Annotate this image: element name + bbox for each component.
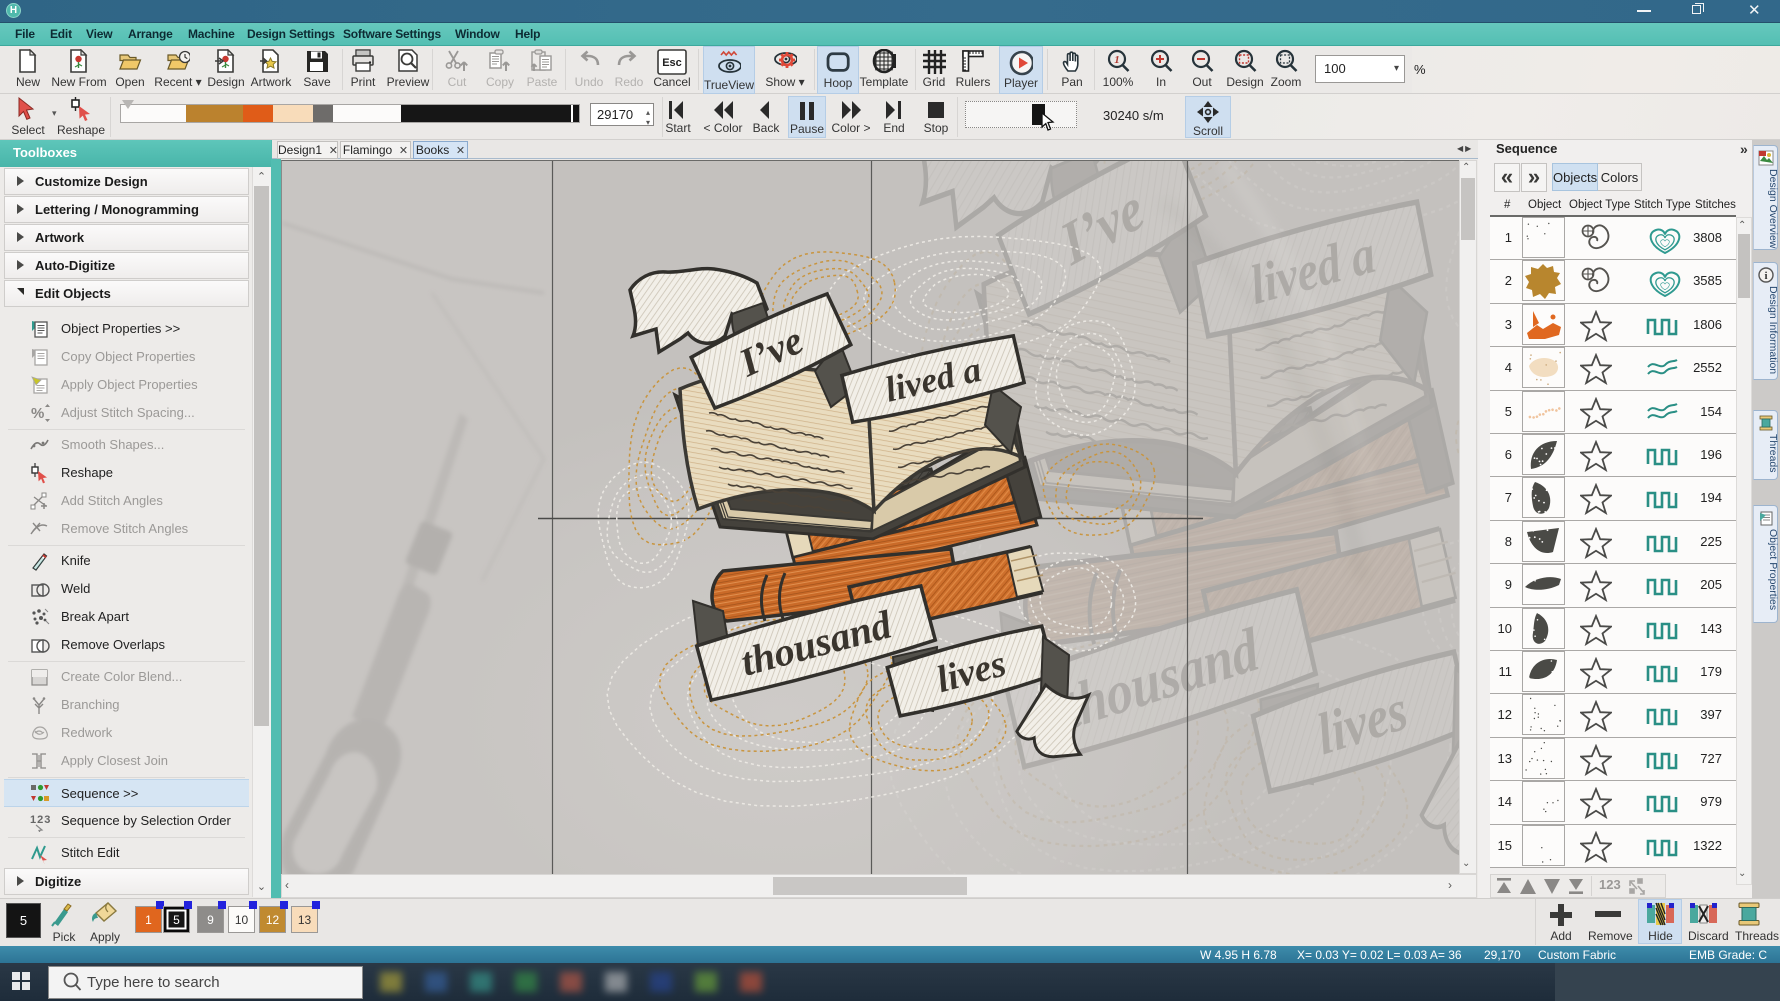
svg-text:123: 123	[30, 814, 50, 826]
svg-text:Esc: Esc	[662, 57, 682, 69]
svg-text:1: 1	[1114, 54, 1120, 66]
svg-text:%: %	[31, 405, 44, 422]
svg-text:i: i	[1764, 270, 1767, 282]
